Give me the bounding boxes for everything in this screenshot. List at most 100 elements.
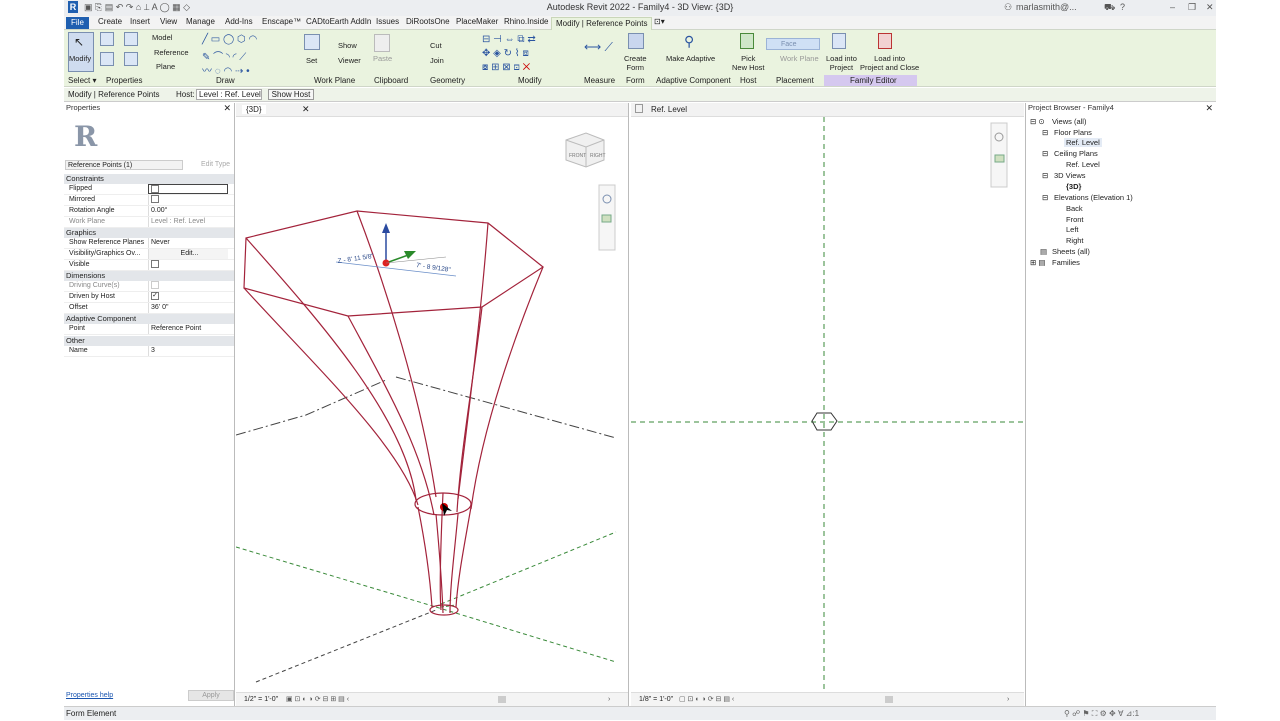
- show-host-button[interactable]: Show Host: [268, 89, 314, 100]
- prop-offset[interactable]: Offset 36' 0": [64, 303, 234, 314]
- family-types-icon[interactable]: [124, 32, 138, 46]
- tree-elevations[interactable]: Elevations (Elevation 1): [1054, 193, 1133, 202]
- load-into-project-close-button[interactable]: Load into Project and Close: [860, 54, 919, 72]
- plan-nav-bar[interactable]: [990, 122, 1008, 188]
- tree-floor-plans[interactable]: Floor Plans: [1054, 128, 1092, 137]
- tab-ref-level[interactable]: Ref. Level: [647, 105, 691, 114]
- draw-tools-icons[interactable]: ╱ ▭ ◯ ⬡ ◠: [202, 34, 257, 45]
- properties-close-icon[interactable]: ✕: [223, 103, 231, 114]
- pick-new-host-button[interactable]: Pick New Host: [732, 54, 765, 72]
- tab-insert[interactable]: Insert: [130, 17, 150, 26]
- set-button[interactable]: Set: [306, 56, 317, 65]
- show-button[interactable]: Show: [338, 41, 357, 50]
- tree-3d-views[interactable]: 3D Views: [1054, 171, 1086, 180]
- group-adaptive-component[interactable]: Adaptive Component: [64, 314, 234, 324]
- create-form-icon[interactable]: [628, 33, 644, 49]
- view-3d-controls-icons[interactable]: ▣ ⊡ ◐ ◑ ⟳ ⊟ ⊞ ▤ ‹: [286, 693, 349, 707]
- tab-3d-view[interactable]: {3D}: [242, 105, 266, 114]
- paste-button[interactable]: Paste: [373, 54, 392, 63]
- help-icon[interactable]: ?: [1120, 2, 1125, 12]
- create-form-button[interactable]: Create Form: [624, 54, 647, 72]
- modify-tools-icons[interactable]: ⊟ ⊣ ⇔ ⧉ ⇄: [482, 34, 536, 45]
- tab-file[interactable]: File: [66, 17, 89, 29]
- tab-manage[interactable]: Manage: [186, 17, 215, 26]
- expander-icon[interactable]: ⊟: [1042, 128, 1048, 137]
- group-dimensions[interactable]: Dimensions: [64, 271, 234, 281]
- tree-elevation-right[interactable]: Right: [1066, 236, 1084, 245]
- tree-elevation-back[interactable]: Back: [1066, 204, 1083, 213]
- tab-add-ins[interactable]: Add-Ins: [225, 17, 253, 26]
- family-category-icon[interactable]: [124, 52, 138, 66]
- tree-elevation-front[interactable]: Front: [1066, 215, 1084, 224]
- load-into-project-icon[interactable]: [832, 33, 846, 49]
- group-constraints[interactable]: Constraints: [64, 174, 234, 184]
- tree-ceiling-ref-level[interactable]: Ref. Level: [1066, 160, 1100, 169]
- view-plan-hscroll-thumb[interactable]: [885, 696, 893, 703]
- mirrored-checkbox[interactable]: [151, 195, 159, 204]
- type-properties-icon[interactable]: [100, 52, 114, 66]
- tree-elevation-left[interactable]: Left: [1066, 225, 1079, 234]
- close-window-button[interactable]: ✕: [1206, 2, 1214, 13]
- form-element[interactable]: [243, 210, 545, 616]
- cart-icon[interactable]: ⛟: [1104, 2, 1115, 14]
- draw-tools-icons-2[interactable]: ✎ ⌒ ◝ ◜ ⟋: [202, 48, 246, 63]
- plan-scroll-right-icon[interactable]: ›: [1007, 693, 1009, 707]
- status-icons[interactable]: ⚲ ☍ ⚑ ⛶ ⚙ ✥ ∀ ⊿:1: [1064, 707, 1139, 721]
- load-into-project-button[interactable]: Load into Project: [826, 54, 857, 72]
- flipped-checkbox[interactable]: [151, 185, 159, 194]
- view-3d[interactable]: {3D} ✕ FRONT RIGHT Z - 8' 11 5/8" 7' - 8…: [236, 103, 629, 706]
- draw-plane-button[interactable]: Plane: [156, 62, 175, 71]
- scroll-right-icon[interactable]: ›: [608, 693, 610, 707]
- prop-name[interactable]: Name 3: [64, 346, 234, 357]
- expander-icon[interactable]: ⊞ ▤: [1030, 258, 1045, 267]
- properties-icon[interactable]: [100, 32, 114, 46]
- make-adaptive-button[interactable]: Make Adaptive: [666, 54, 715, 63]
- minimize-button[interactable]: –: [1170, 2, 1175, 12]
- type-selector[interactable]: Reference Points (1): [65, 160, 183, 170]
- tab-enscape[interactable]: Enscape™: [262, 17, 301, 26]
- restore-button[interactable]: ❐: [1188, 2, 1196, 13]
- edit-type-button[interactable]: Edit Type: [201, 161, 230, 168]
- expander-icon[interactable]: ⊟: [1042, 171, 1048, 180]
- tree-floor-ref-level[interactable]: Ref. Level: [1064, 138, 1102, 147]
- dimension-z[interactable]: Z - 8' 11 5/8": [337, 253, 375, 265]
- view-plan[interactable]: Ref. Level 1/8" = 1'-0" ▢ ⊡ ◐ ◑ ⟳ ⊟ ▤ ‹ …: [631, 103, 1024, 706]
- tree-families[interactable]: Families: [1052, 258, 1080, 267]
- tree-sheets-all[interactable]: Sheets (all): [1052, 247, 1090, 256]
- view-3d-hscroll-thumb[interactable]: [498, 696, 506, 703]
- prop-show-reference-planes[interactable]: Show Reference Planes Never: [64, 238, 234, 249]
- tab-cadtoearth[interactable]: CADtoEarth AddIn: [306, 17, 371, 26]
- tree-ceiling-plans[interactable]: Ceiling Plans: [1054, 149, 1098, 158]
- draw-model-button[interactable]: Model: [152, 33, 172, 42]
- edit-visibility-button[interactable]: Edit...: [148, 249, 228, 259]
- close-3d-view-icon[interactable]: ✕: [302, 104, 310, 115]
- tree-views-all[interactable]: Views (all): [1052, 117, 1086, 126]
- draw-tools-icons-3[interactable]: 〰 ◌ ◠ ⇢ •: [202, 62, 250, 77]
- tab-extra-icon[interactable]: ⊡▾: [654, 17, 665, 26]
- group-other[interactable]: Other: [64, 336, 234, 346]
- reference-point-gizmo[interactable]: Z - 8' 11 5/8" 7' - 8 9/128": [335, 223, 457, 277]
- expander-icon[interactable]: ⊟: [1042, 149, 1048, 158]
- apply-button[interactable]: Apply: [188, 690, 234, 701]
- face-button[interactable]: Face: [766, 38, 820, 50]
- modify-label[interactable]: Modify: [69, 54, 91, 63]
- driven-by-host-checkbox[interactable]: ✓: [151, 292, 159, 301]
- view-plan-controls-icons[interactable]: ▢ ⊡ ◐ ◑ ⟳ ⊟ ▤ ‹: [679, 693, 734, 707]
- user-icon[interactable]: ⚇: [1004, 2, 1012, 13]
- tab-rhino-inside[interactable]: Rhino.Inside: [504, 17, 548, 26]
- modify-tools-icons-2[interactable]: ✥ ◈ ↻ ⌇ ⧈: [482, 48, 529, 59]
- tab-dirootsone[interactable]: DiRootsOne: [406, 17, 450, 26]
- set-work-plane-icon[interactable]: [304, 34, 320, 50]
- host-dropdown[interactable]: Level : Ref. Level: [196, 89, 262, 100]
- tab-issues[interactable]: Issues: [376, 17, 399, 26]
- expander-icon[interactable]: ⊟ ⊙: [1030, 117, 1045, 126]
- group-graphics[interactable]: Graphics: [64, 228, 234, 238]
- tab-view[interactable]: View: [160, 17, 177, 26]
- view-3d-scale[interactable]: 1/2" = 1'-0": [244, 693, 278, 707]
- view-cube[interactable]: FRONT RIGHT: [565, 132, 606, 168]
- modify-tools-icons-3[interactable]: ⧇ ⊞ ⊠ ⊡ ✕: [482, 62, 530, 73]
- pick-new-host-icon[interactable]: [740, 33, 754, 49]
- nav-bar[interactable]: [598, 184, 616, 251]
- make-adaptive-icon[interactable]: ⚲: [684, 33, 694, 50]
- visible-checkbox[interactable]: [151, 260, 159, 269]
